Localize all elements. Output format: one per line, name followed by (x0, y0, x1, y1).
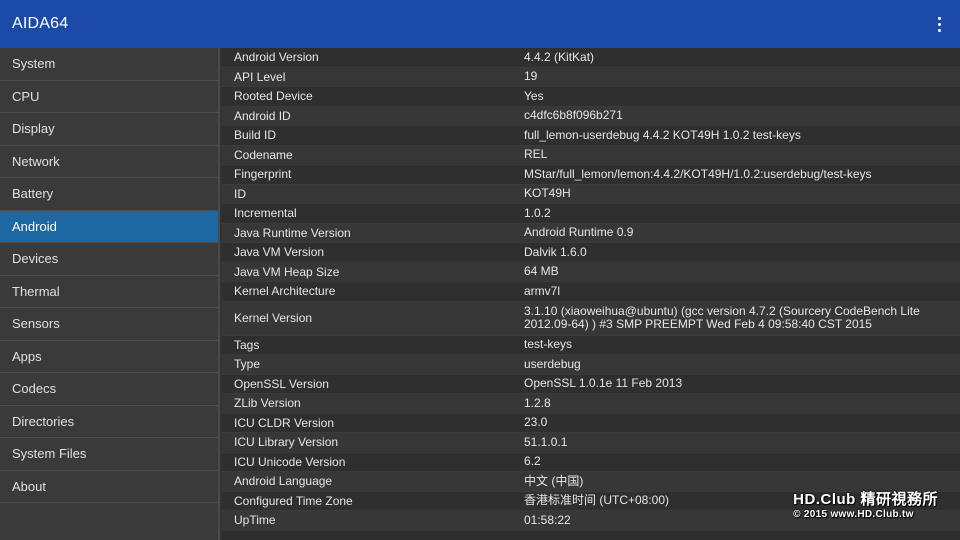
detail-value: userdebug (524, 356, 581, 371)
detail-value: full_lemon-userdebug 4.4.2 KOT49H 1.0.2 … (524, 127, 801, 142)
sidebar-item-sensors[interactable]: Sensors (0, 308, 218, 341)
detail-label: Rooted Device (234, 89, 313, 104)
detail-value: MStar/full_lemon/lemon:4.4.2/KOT49H/1.0.… (524, 166, 872, 181)
detail-value: 中文 (中国) (524, 473, 584, 488)
detail-row-android-id: Android ID c4dfc6b8f096b271 (222, 106, 960, 126)
detail-label: Build ID (234, 128, 277, 143)
watermark: HD.Club 精研視務所 © 2015 www.HD.Club.tw (793, 488, 938, 520)
detail-label: ICU CLDR Version (234, 415, 335, 430)
detail-label: Kernel Version (234, 311, 313, 325)
sidebar-item-display[interactable]: Display (0, 113, 218, 146)
detail-label: Incremental (234, 206, 297, 221)
detail-label: ICU Unicode Version (234, 454, 346, 469)
watermark-brand: HD.Club 精研視務所 (793, 491, 938, 508)
detail-value: armv7l (524, 283, 561, 298)
app-title: AIDA64 (12, 15, 69, 32)
detail-label: Fingerprint (234, 167, 292, 182)
detail-row-java-runtime-version: Java Runtime Version Android Runtime 0.9 (222, 223, 960, 243)
detail-label: Java VM Version (234, 245, 325, 260)
detail-label: OpenSSL Version (234, 376, 329, 391)
sidebar-item-network[interactable]: Network (0, 146, 218, 178)
detail-row-openssl-version: OpenSSL Version OpenSSL 1.0.1e 11 Feb 201… (222, 374, 960, 394)
sidebar-item-cpu[interactable]: CPU (0, 81, 218, 113)
sidebar-item-devices[interactable]: Devices (0, 243, 218, 276)
detail-value: Yes (524, 88, 544, 103)
detail-value: test-keys (524, 337, 573, 352)
detail-row-fingerprint: Fingerprint MStar/full_lemon/lemon:4.4.2/… (222, 165, 960, 185)
detail-label: Android Language (234, 474, 333, 489)
detail-row-rooted-device: Rooted Device Yes (222, 87, 960, 107)
detail-label: Java Runtime Version (234, 225, 351, 240)
detail-label: Type (234, 357, 261, 372)
sidebar-item-system-files[interactable]: System Files (0, 438, 218, 471)
sidebar-item-apps[interactable]: Apps (0, 341, 218, 373)
sidebar-item-about[interactable]: About (0, 471, 218, 503)
detail-value: 1.0.2 (524, 205, 551, 220)
detail-row-zlib-version: ZLib Version 1.2.8 (222, 394, 960, 414)
detail-value: 6.2 (524, 454, 541, 469)
detail-value: 51.1.0.1 (524, 434, 568, 449)
detail-label: ID (234, 186, 246, 201)
detail-row-kernel-architecture: Kernel Architecture armv7l (222, 282, 960, 302)
detail-label: Tags (234, 337, 260, 352)
detail-value: Dalvik 1.6.0 (524, 244, 587, 259)
detail-row-id: ID KOT49H (222, 184, 960, 204)
detail-value: c4dfc6b8f096b271 (524, 108, 623, 123)
details-list[interactable]: Android Version 4.4.2 (KitKat) API Level 1… (222, 48, 960, 540)
detail-row-codename: Codename REL (222, 145, 960, 165)
watermark-copyright: © 2015 www.HD.Club.tw (793, 509, 914, 520)
detail-row-android-version: Android Version 4.4.2 (KitKat) (222, 48, 960, 68)
detail-value: OpenSSL 1.0.1e 11 Feb 2013 (524, 376, 683, 391)
detail-row-kernel-version: Kernel Version 3.1.10 (xiaoweihua@ubuntu)… (222, 301, 960, 336)
detail-row-java-vm-version: Java VM Version Dalvik 1.6.0 (222, 243, 960, 263)
detail-label: Codename (234, 147, 293, 162)
detail-label: UpTime (234, 513, 276, 528)
detail-label: Configured Time Zone (234, 493, 353, 508)
detail-label: Java VM Heap Size (234, 264, 340, 279)
detail-row-incremental: Incremental 1.0.2 (222, 204, 960, 224)
detail-value: 1.2.8 (524, 395, 551, 410)
detail-value: Android Runtime 0.9 (524, 225, 634, 240)
detail-value: KOT49H (524, 186, 571, 201)
detail-value: 3.1.10 (xiaoweihua@ubuntu) (gcc version … (524, 304, 920, 331)
sidebar-item-system[interactable]: System (0, 48, 218, 81)
detail-value: 4.4.2 (KitKat) (524, 49, 595, 64)
detail-value: 64 MB (524, 264, 559, 279)
sidebar: System CPU Display Network Battery Andro… (0, 48, 220, 540)
detail-row-api-level: API Level 19 (222, 67, 960, 87)
detail-row-icu-unicode-version: ICU Unicode Version 6.2 (222, 452, 960, 472)
sidebar-item-thermal[interactable]: Thermal (0, 276, 218, 308)
overflow-menu-icon[interactable] (930, 12, 948, 36)
detail-row-java-vm-heap-size: Java VM Heap Size 64 MB (222, 262, 960, 282)
detail-label: Kernel Architecture (234, 284, 336, 299)
detail-value: 23.0 (524, 415, 548, 430)
sidebar-item-codecs[interactable]: Codecs (0, 373, 218, 406)
detail-label: API Level (234, 69, 286, 84)
detail-value: 19 (524, 69, 538, 84)
detail-label: ICU Library Version (234, 435, 339, 450)
detail-row-icu-library-version: ICU Library Version 51.1.0.1 (222, 433, 960, 453)
detail-row-build-id: Build ID full_lemon-userdebug 4.4.2 KOT49… (222, 126, 960, 146)
detail-row-icu-cldr-version: ICU CLDR Version 23.0 (222, 413, 960, 433)
app-bar: AIDA64 (0, 0, 960, 48)
sidebar-item-battery[interactable]: Battery (0, 178, 218, 211)
sidebar-item-android[interactable]: Android (0, 210, 218, 243)
detail-row-tags: Tags test-keys (222, 335, 960, 355)
sidebar-item-directories[interactable]: Directories (0, 406, 218, 438)
detail-row-type: Type userdebug (222, 355, 960, 375)
detail-value: REL (524, 147, 548, 162)
detail-label: Android Version (234, 50, 319, 65)
detail-label: ZLib Version (234, 396, 301, 411)
detail-label: Android ID (234, 108, 291, 123)
